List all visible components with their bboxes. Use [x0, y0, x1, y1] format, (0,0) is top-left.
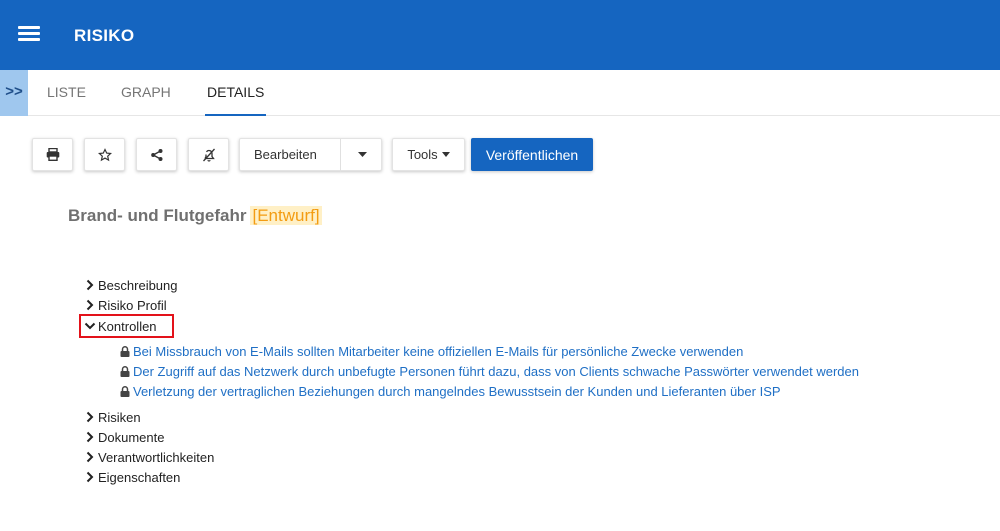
control-link[interactable]: Bei Missbrauch von E-Mails sollten Mitar… — [120, 342, 743, 360]
tab-details[interactable]: DETAILS — [205, 70, 267, 116]
control-link[interactable]: Der Zugriff auf das Netzwerk durch unbef… — [120, 362, 859, 380]
control-link[interactable]: Verletzung der vertraglichen Beziehungen… — [120, 382, 781, 400]
notification-button[interactable] — [188, 138, 229, 171]
chevron-down-icon — [84, 322, 96, 330]
status-badge: [Entwurf] — [250, 206, 322, 225]
edit-split-button: Bearbeiten — [239, 138, 383, 172]
tools-button[interactable]: Tools — [392, 138, 465, 171]
tree-node-label: Dokumente — [98, 429, 165, 445]
tree-node-label: Eigenschaften — [98, 469, 181, 485]
favorite-button[interactable] — [84, 138, 125, 171]
tree-node-verantwortlichkeiten[interactable]: Verantwortlichkeiten — [84, 448, 214, 466]
share-button[interactable] — [136, 138, 177, 171]
caret-down-icon — [441, 152, 450, 157]
bell-off-icon — [202, 148, 215, 162]
app-title: RISIKO — [74, 26, 135, 45]
tree-node-beschreibung[interactable]: Beschreibung — [84, 276, 178, 294]
chevron-right-icon — [86, 431, 94, 443]
lock-icon — [120, 345, 130, 357]
tree-node-label: Beschreibung — [98, 277, 178, 293]
chevron-right-icon — [86, 279, 94, 291]
control-link-text: Verletzung der vertraglichen Beziehungen… — [133, 383, 781, 399]
share-icon — [150, 148, 162, 161]
chevron-right-icon — [86, 411, 94, 423]
sidebar-toggle-button[interactable]: >> — [0, 70, 28, 116]
lock-icon — [120, 365, 130, 377]
hamburger-menu-icon[interactable] — [18, 26, 40, 44]
star-icon — [97, 147, 112, 161]
control-link-text: Bei Missbrauch von E-Mails sollten Mitar… — [133, 343, 744, 359]
edit-button[interactable]: Bearbeiten — [254, 147, 317, 162]
chevron-right-icon — [86, 471, 94, 483]
chevron-right-icon — [86, 451, 94, 463]
lock-icon — [120, 385, 130, 397]
tree-node-label: Risiken — [98, 409, 141, 425]
tree-node-label: Kontrollen — [98, 318, 157, 334]
tree-node-risiken[interactable]: Risiken — [84, 408, 141, 426]
tree-node-risiko-profil[interactable]: Risiko Profil — [84, 296, 167, 314]
chevron-right-icon — [86, 299, 94, 311]
record-name: Brand- und Flutgefahr — [68, 206, 247, 225]
tab-bar: LISTE GRAPH DETAILS — [28, 70, 1000, 116]
tree-node-label: Risiko Profil — [98, 297, 167, 313]
caret-down-icon — [357, 152, 367, 157]
tree-node-kontrollen[interactable]: Kontrollen — [84, 317, 157, 335]
print-icon — [46, 148, 59, 161]
print-button[interactable] — [32, 138, 73, 171]
tree-node-label: Verantwortlichkeiten — [98, 449, 215, 465]
edit-dropdown-button[interactable] — [341, 139, 383, 170]
publish-button[interactable]: Veröffentlichen — [471, 138, 593, 171]
tab-liste[interactable]: LISTE — [45, 70, 88, 116]
tree-node-dokumente[interactable]: Dokumente — [84, 428, 164, 446]
control-link-text: Der Zugriff auf das Netzwerk durch unbef… — [133, 363, 859, 379]
tab-graph[interactable]: GRAPH — [119, 70, 173, 116]
tools-label: Tools — [407, 147, 438, 162]
app-header: RISIKO — [0, 0, 1000, 70]
record-title: Brand- und Flutgefahr [Entwurf] — [68, 206, 322, 226]
tree-node-eigenschaften[interactable]: Eigenschaften — [84, 468, 180, 486]
